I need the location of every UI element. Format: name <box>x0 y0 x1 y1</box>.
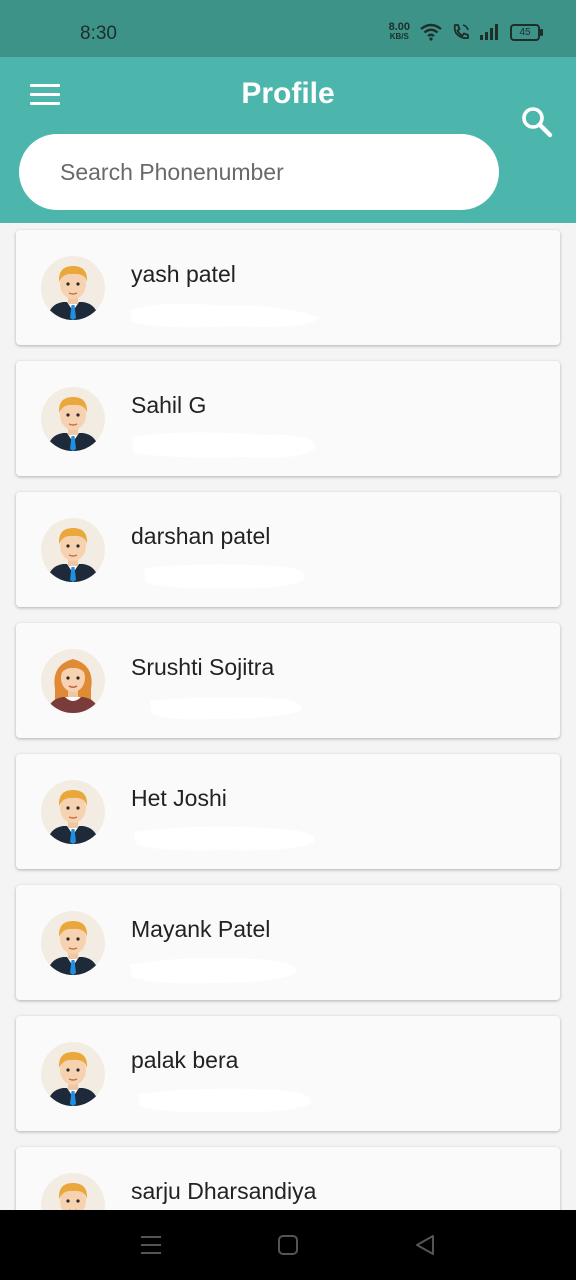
profile-name: palak bera <box>131 1047 239 1073</box>
profile-card[interactable]: Sahil G <box>16 361 560 476</box>
app-bar: Profile <box>0 57 576 223</box>
status-bar: 8:30 8.00 KB/S 45 <box>0 0 576 57</box>
profile-card[interactable]: darshan patel <box>16 492 560 607</box>
redacted-phone-number <box>138 1088 311 1113</box>
redacted-phone-number <box>134 826 315 851</box>
recent-apps-icon[interactable] <box>140 1234 162 1256</box>
redacted-phone-number <box>130 303 320 328</box>
signal-icon <box>480 24 498 40</box>
male-avatar-icon <box>41 387 105 451</box>
male-avatar-icon <box>41 256 105 320</box>
page-title: Profile <box>241 77 335 110</box>
profile-name: yash patel <box>131 261 236 287</box>
search-box[interactable] <box>19 134 499 210</box>
profile-name: Sahil G <box>131 392 207 418</box>
home-icon[interactable] <box>277 1234 299 1256</box>
profile-name: Srushti Sojitra <box>131 654 275 680</box>
profile-card[interactable]: Srushti Sojitra <box>16 623 560 738</box>
network-speed-unit: KB/S <box>389 32 409 41</box>
profile-name: sarju Dharsandiya <box>131 1178 317 1204</box>
male-avatar-icon <box>41 1042 105 1106</box>
profile-card[interactable]: yash patel <box>16 230 560 345</box>
male-avatar-icon <box>41 780 105 844</box>
redacted-phone-number <box>130 957 297 984</box>
search-input[interactable] <box>58 157 482 187</box>
redacted-phone-number <box>132 432 316 458</box>
profile-card[interactable]: Het Joshi <box>16 754 560 869</box>
redacted-phone-number <box>150 697 302 720</box>
profile-name: Het Joshi <box>131 785 227 811</box>
status-icons: 8.00 KB/S 45 <box>389 22 543 42</box>
status-time: 8:30 <box>80 23 117 44</box>
profile-name: Mayank Patel <box>131 916 271 942</box>
male-avatar-icon <box>41 518 105 582</box>
back-icon[interactable] <box>414 1234 436 1256</box>
search-icon[interactable] <box>521 106 553 138</box>
profile-name: darshan patel <box>131 523 271 549</box>
redacted-phone-number <box>144 564 305 589</box>
network-speed: 8.00 KB/S <box>389 22 410 42</box>
battery-icon: 45 <box>510 23 543 41</box>
profile-card[interactable]: palak bera <box>16 1016 560 1131</box>
profile-list[interactable]: yash patel Sahil G darshan patel Srushti… <box>16 230 560 1278</box>
wifi-icon <box>420 23 442 41</box>
navigation-bar <box>0 1210 576 1280</box>
profile-card[interactable]: Mayank Patel <box>16 885 560 1000</box>
female-avatar-icon <box>41 649 105 713</box>
wifi-calling-icon <box>453 24 469 40</box>
male-avatar-icon <box>41 911 105 975</box>
